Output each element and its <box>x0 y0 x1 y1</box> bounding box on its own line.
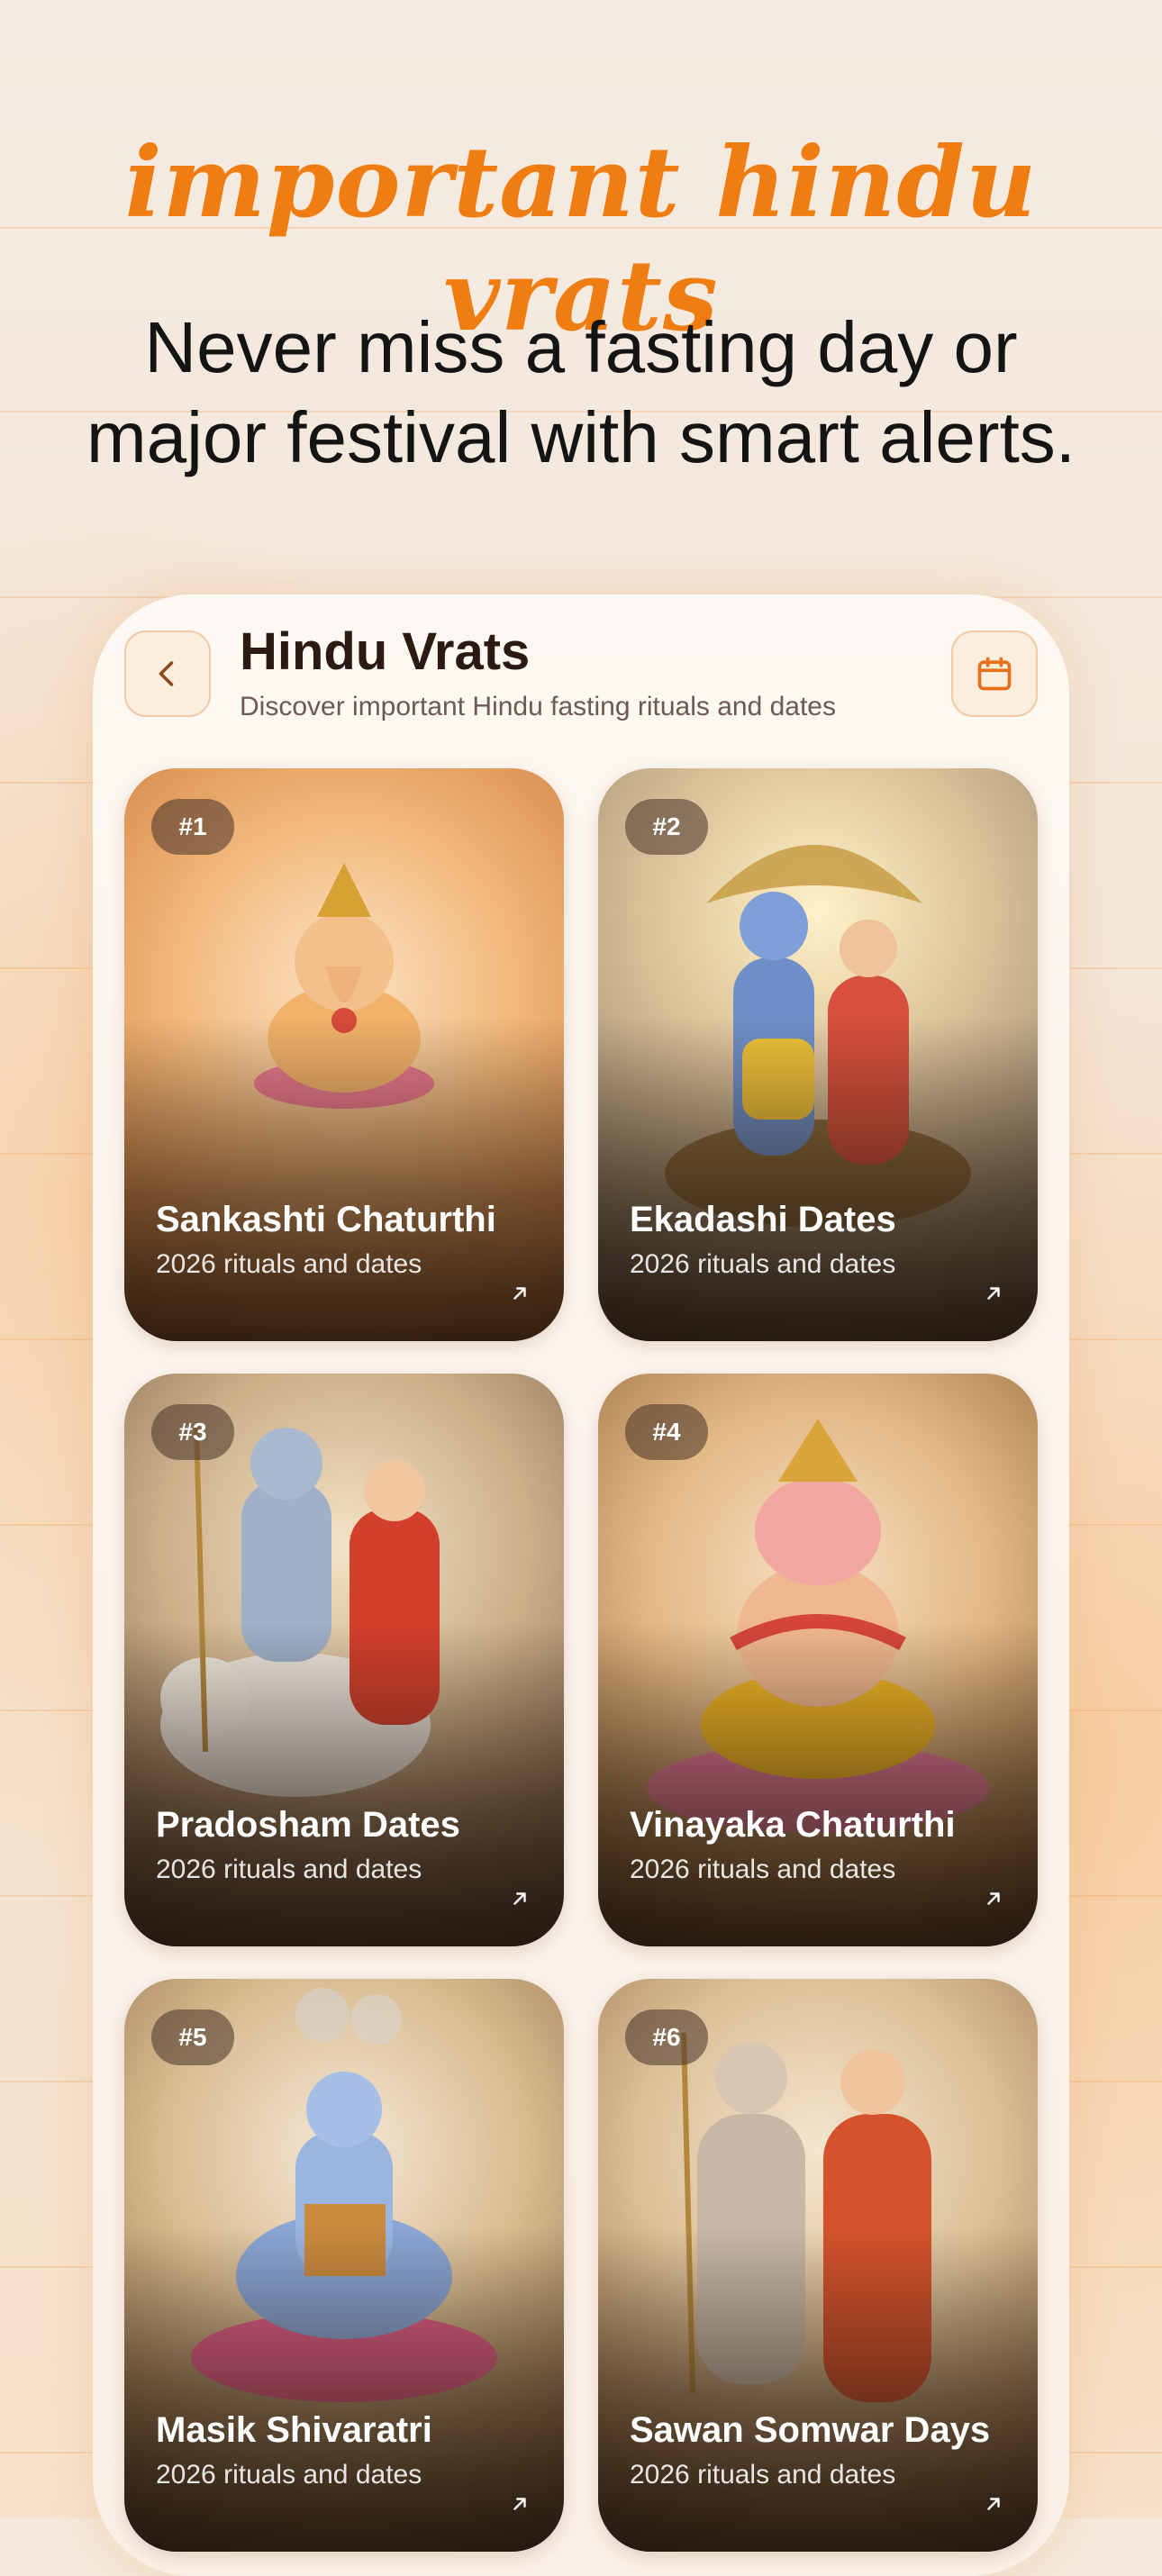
vrat-card-masik-shivaratri[interactable]: #5 Masik Shivaratri 2026 rituals and dat… <box>124 1979 564 2552</box>
rank-badge: #1 <box>151 799 234 855</box>
card-title: Pradosham Dates <box>156 1805 460 1845</box>
arrow-up-right-icon <box>980 2490 1007 2517</box>
subheadline-line-2: major festival with smart alerts. <box>86 397 1076 477</box>
card-subtitle: 2026 rituals and dates <box>630 1855 896 1884</box>
card-shade <box>598 2227 1038 2552</box>
card-title: Masik Shivaratri <box>156 2410 432 2450</box>
calendar-button[interactable] <box>951 630 1038 717</box>
card-shade <box>598 1622 1038 1946</box>
rank-badge: #6 <box>625 2009 708 2065</box>
vrat-card-vinayaka-chaturthi[interactable]: #4 Vinayaka Chaturthi 2026 rituals and d… <box>598 1374 1038 1946</box>
back-button[interactable] <box>124 630 211 717</box>
rank-badge: #2 <box>625 799 708 855</box>
vrat-card-pradosham-dates[interactable]: #3 Pradosham Dates 2026 rituals and date… <box>124 1374 564 1946</box>
card-shade <box>124 1622 564 1946</box>
chevron-left-icon <box>159 661 174 686</box>
rank-badge: #4 <box>625 1404 708 1460</box>
vrat-card-sankashti-chaturthi[interactable]: #1 Sankashti Chaturthi 2026 rituals and … <box>124 768 564 1341</box>
page-title: Hindu Vrats <box>240 622 531 681</box>
card-subtitle: 2026 rituals and dates <box>156 1249 422 1279</box>
app-screen: Hindu Vrats Discover important Hindu fas… <box>93 594 1069 2576</box>
page-subtitle: Discover important Hindu fasting rituals… <box>240 692 836 721</box>
calendar-icon <box>977 657 1012 691</box>
subheadline-line-1: Never miss a fasting day or <box>144 307 1018 387</box>
card-shade <box>598 1017 1038 1341</box>
arrow-up-right-icon <box>980 1885 1007 1912</box>
arrow-up-right-icon <box>506 2490 533 2517</box>
card-subtitle: 2026 rituals and dates <box>630 2460 896 2490</box>
vrat-card-sawan-somwar-days[interactable]: #6 Sawan Somwar Days 2026 rituals and da… <box>598 1979 1038 2552</box>
card-shade <box>124 2227 564 2552</box>
card-subtitle: 2026 rituals and dates <box>156 1855 422 1884</box>
card-title: Sankashti Chaturthi <box>156 1200 496 1239</box>
arrow-up-right-icon <box>506 1280 533 1307</box>
vrat-card-ekadashi-dates[interactable]: #2 Ekadashi Dates 2026 rituals and dates <box>598 768 1038 1341</box>
arrow-up-right-icon <box>980 1280 1007 1307</box>
card-title: Ekadashi Dates <box>630 1200 896 1239</box>
card-shade <box>124 1017 564 1341</box>
rank-badge: #3 <box>151 1404 234 1460</box>
card-title: Sawan Somwar Days <box>630 2410 991 2450</box>
card-subtitle: 2026 rituals and dates <box>156 2460 422 2490</box>
arrow-up-right-icon <box>506 1885 533 1912</box>
rank-badge: #5 <box>151 2009 234 2065</box>
card-title: Vinayaka Chaturthi <box>630 1805 956 1845</box>
card-subtitle: 2026 rituals and dates <box>630 1249 896 1279</box>
subheadline: Never miss a fasting day or major festiv… <box>0 303 1162 483</box>
